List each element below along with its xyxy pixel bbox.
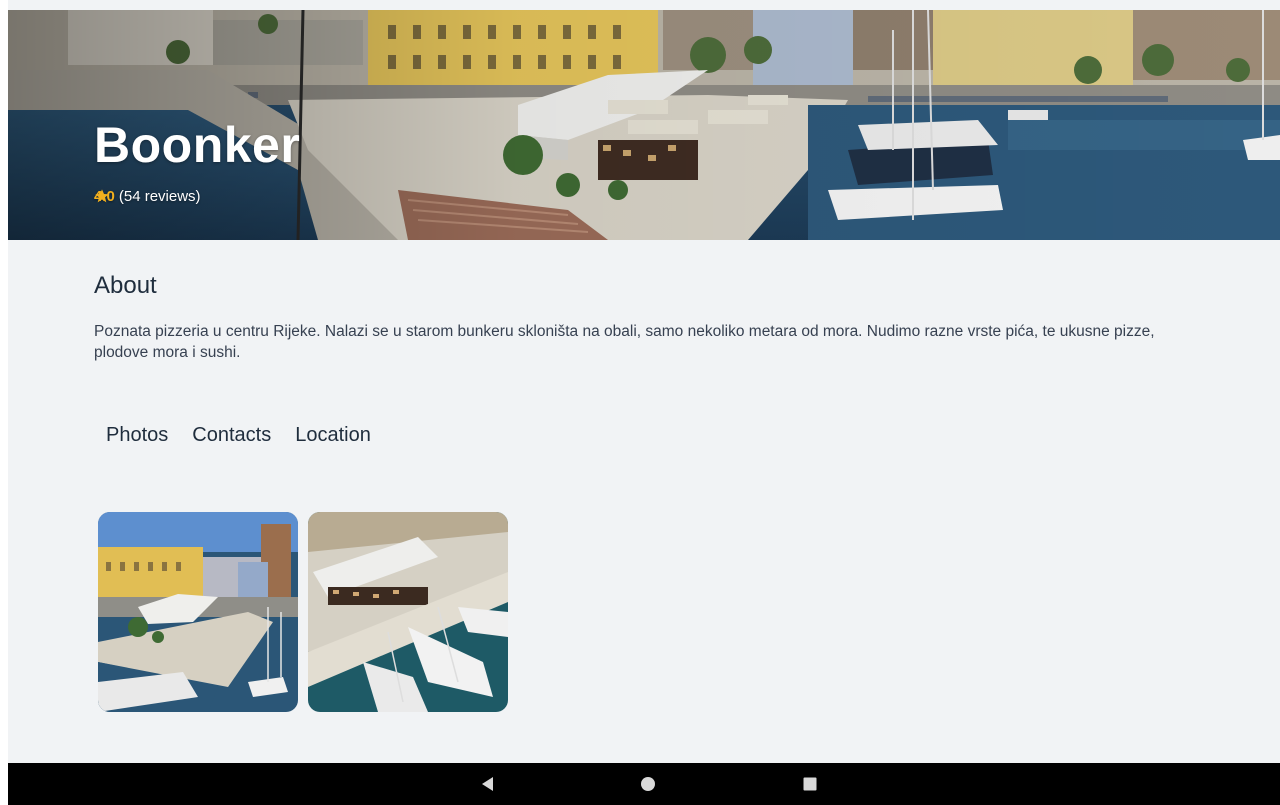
back-triangle-icon[interactable] [478,774,498,794]
system-navigation-bar [8,763,1280,805]
review-count: (54 reviews) [118,188,201,205]
rating-row: 4.0 (54 reviews) [94,188,201,205]
photo-thumbnail-marina[interactable] [308,512,508,712]
about-heading: About [94,272,157,299]
tab-contacts[interactable]: Contacts [180,420,283,451]
photo-gallery [98,512,508,712]
hero-banner: Boonker 4.0 (54 reviews) [8,10,1280,240]
recents-square-icon[interactable] [800,774,820,794]
harbor-photo-icon [98,512,298,712]
star-icon [95,189,109,203]
photo-thumbnail-harbor[interactable] [98,512,298,712]
place-title: Boonker [94,117,301,173]
tab-photos[interactable]: Photos [94,420,180,451]
marina-photo-icon [308,512,508,712]
home-circle-icon[interactable] [638,774,658,794]
about-description: Poznata pizzeria u centru Rijeke. Nalazi… [94,323,1155,361]
section-tabs: Photos Contacts Location [94,420,383,451]
tab-location[interactable]: Location [283,420,383,451]
